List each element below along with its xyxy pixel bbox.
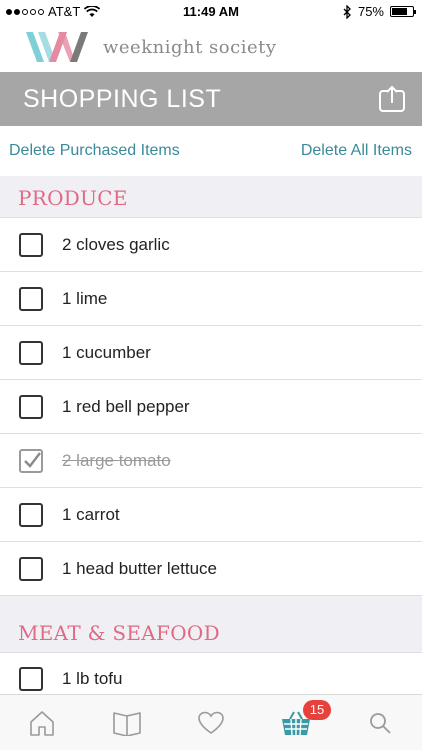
- item-label: 2 cloves garlic: [62, 235, 170, 254]
- heart-icon: [198, 711, 224, 734]
- item-label: 1 cucumber: [62, 343, 151, 362]
- tab-favorites[interactable]: [196, 709, 226, 737]
- section-header-meat-seafood: MEAT & SEAFOOD: [0, 596, 422, 653]
- tab-bar: 15: [0, 694, 422, 750]
- tab-search[interactable]: [365, 709, 395, 737]
- list-actions: Delete Purchased Items Delete All Items: [0, 126, 422, 176]
- wn-logo-icon: [26, 32, 88, 62]
- delete-all-button[interactable]: Delete All Items: [301, 142, 412, 160]
- shopping-list: PRODUCE 2 cloves garlic 1 lime 1 cucumbe…: [0, 176, 422, 707]
- list-item[interactable]: 2 large tomato: [0, 434, 422, 488]
- list-item[interactable]: 1 cucumber: [0, 326, 422, 380]
- bluetooth-icon: [343, 4, 351, 19]
- list-item[interactable]: 1 carrot: [0, 488, 422, 542]
- item-checkbox[interactable]: [19, 233, 43, 257]
- section-title: MEAT & SEAFOOD: [18, 621, 220, 645]
- status-right: 75%: [343, 4, 416, 19]
- battery-percent: 75%: [357, 4, 384, 19]
- delete-purchased-button[interactable]: Delete Purchased Items: [9, 142, 180, 160]
- item-checkbox[interactable]: [19, 341, 43, 365]
- item-checkbox[interactable]: [19, 287, 43, 311]
- battery-level: [392, 8, 407, 15]
- tab-recipes[interactable]: [112, 709, 142, 737]
- item-checkbox[interactable]: [19, 395, 43, 419]
- item-label: 2 large tomato: [62, 451, 171, 470]
- list-item[interactable]: 2 cloves garlic: [0, 218, 422, 272]
- share-icon[interactable]: [378, 85, 406, 113]
- search-icon: [370, 713, 391, 734]
- item-label: 1 carrot: [62, 505, 120, 524]
- item-checkbox[interactable]: [19, 557, 43, 581]
- item-checkbox-checked[interactable]: [19, 449, 43, 473]
- book-icon: [113, 712, 141, 736]
- title-bar: SHOPPING LIST: [0, 72, 422, 126]
- list-item[interactable]: 1 lime: [0, 272, 422, 326]
- brand-name: weeknight society: [103, 37, 277, 58]
- list-item[interactable]: 1 head butter lettuce: [0, 542, 422, 596]
- tab-home[interactable]: [27, 709, 57, 737]
- brand-header: weeknight society: [0, 26, 422, 70]
- item-label: 1 lime: [62, 289, 108, 308]
- status-bar: AT&T 11:49 AM 75%: [0, 0, 422, 24]
- home-icon: [30, 711, 54, 736]
- item-label: 1 red bell pepper: [62, 397, 190, 416]
- item-checkbox[interactable]: [19, 503, 43, 527]
- section-header-produce: PRODUCE: [0, 176, 422, 218]
- page-title: SHOPPING LIST: [23, 85, 222, 113]
- section-title: PRODUCE: [18, 186, 128, 210]
- item-checkbox[interactable]: [19, 667, 43, 691]
- list-item[interactable]: 1 red bell pepper: [0, 380, 422, 434]
- checkmark-icon: [24, 452, 41, 468]
- item-label: 1 head butter lettuce: [62, 559, 218, 578]
- battery-icon: [390, 6, 416, 17]
- shopping-count-badge: 15: [303, 700, 331, 720]
- item-label: 1 lb tofu: [62, 669, 123, 688]
